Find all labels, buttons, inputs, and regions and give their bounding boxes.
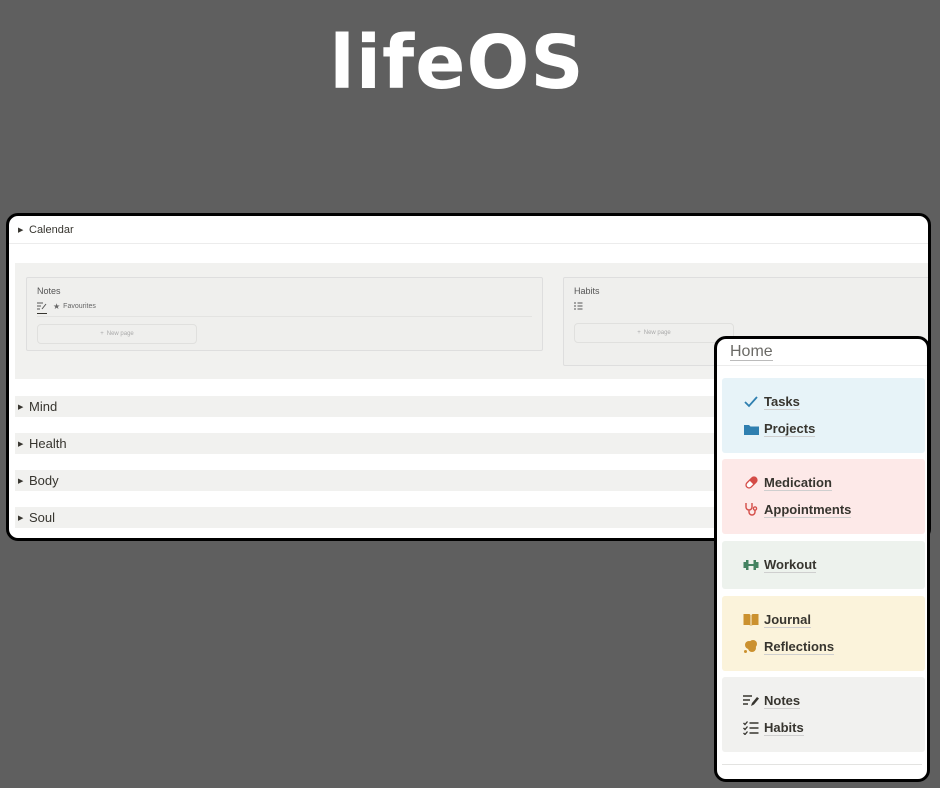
home-window: Home Tasks Projects Medication Appointme… xyxy=(714,336,930,782)
folder-icon xyxy=(743,421,759,437)
card-work: Tasks Projects xyxy=(722,378,925,453)
card-fitness: Workout xyxy=(722,541,925,589)
divider xyxy=(37,316,532,317)
stethoscope-icon xyxy=(743,502,759,518)
card-health: Medication Appointments xyxy=(722,459,925,534)
new-page-label: New page xyxy=(643,330,671,336)
link-label: Journal xyxy=(764,611,811,628)
card-productivity: Notes Habits xyxy=(722,677,925,752)
new-page-label: New page xyxy=(106,331,134,337)
toggle-triangle-icon: ▶ xyxy=(18,403,24,411)
plus-icon: + xyxy=(100,331,104,337)
link-tasks[interactable]: Tasks xyxy=(743,388,925,415)
notes-views: ★ Favourites xyxy=(37,302,96,314)
checklist-icon xyxy=(743,720,759,736)
link-label: Notes xyxy=(764,692,801,709)
link-label: Appointments xyxy=(764,501,852,518)
habits-new-page-button[interactable]: + New page xyxy=(574,323,734,343)
habits-title[interactable]: Habits xyxy=(574,286,600,296)
star-icon: ★ xyxy=(53,302,61,311)
notes-new-page-button[interactable]: + New page xyxy=(37,324,197,344)
link-label: Habits xyxy=(764,719,804,736)
notes-database: Notes ★ Favourites + New page xyxy=(26,277,543,351)
notes-title[interactable]: Notes xyxy=(37,286,61,296)
habits-views xyxy=(574,302,583,313)
link-workout[interactable]: Workout xyxy=(743,551,925,578)
notes-list-view-tab[interactable] xyxy=(37,302,47,314)
toggle-triangle-icon: ▶ xyxy=(18,440,24,448)
link-label: Reflections xyxy=(764,638,835,655)
link-habits[interactable]: Habits xyxy=(743,714,925,741)
home-header: Home xyxy=(717,339,927,366)
favourites-label: Favourites xyxy=(63,303,96,310)
favourites-view-tab[interactable]: ★ Favourites xyxy=(53,302,96,314)
link-notes[interactable]: Notes xyxy=(743,687,925,714)
link-reflections[interactable]: Reflections xyxy=(743,633,925,660)
toggle-triangle-icon: ▶ xyxy=(18,226,24,234)
link-appointments[interactable]: Appointments xyxy=(743,496,925,523)
link-label: Medication xyxy=(764,474,832,491)
notes-view-icon xyxy=(37,302,47,310)
link-journal[interactable]: Journal xyxy=(743,606,925,633)
calendar-label: Calendar xyxy=(29,223,74,236)
section-label: Mind xyxy=(29,399,58,414)
link-label: Workout xyxy=(764,556,817,573)
thought-bubble-icon xyxy=(743,639,759,655)
section-label: Body xyxy=(29,473,59,488)
section-label: Health xyxy=(29,436,67,451)
calendar-toggle[interactable]: ▶ Calendar xyxy=(9,216,928,244)
plus-icon: + xyxy=(637,330,641,336)
page-title: lifeOS xyxy=(329,20,585,106)
checklist-icon xyxy=(574,302,583,310)
toggle-triangle-icon: ▶ xyxy=(18,477,24,485)
link-label: Projects xyxy=(764,420,816,437)
card-soul: Journal Reflections xyxy=(722,596,925,671)
divider xyxy=(722,764,922,765)
link-label: Tasks xyxy=(764,393,800,410)
toggle-triangle-icon: ▶ xyxy=(18,514,24,522)
check-icon xyxy=(743,394,759,410)
habits-view-tab[interactable] xyxy=(574,302,583,313)
notes-icon xyxy=(743,693,759,709)
dumbbell-icon xyxy=(743,557,759,573)
pill-icon xyxy=(743,475,759,491)
section-label: Soul xyxy=(29,510,56,525)
link-projects[interactable]: Projects xyxy=(743,415,925,442)
book-icon xyxy=(743,612,759,628)
home-title[interactable]: Home xyxy=(730,343,773,361)
link-medication[interactable]: Medication xyxy=(743,469,925,496)
